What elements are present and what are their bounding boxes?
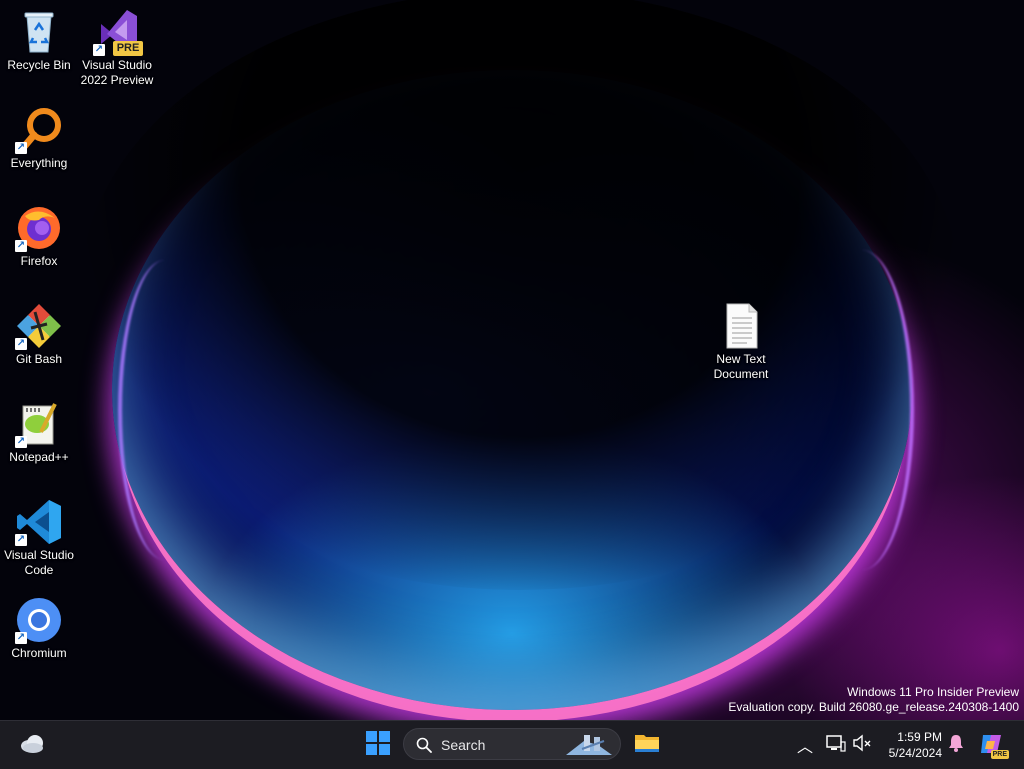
- desktop-icon-label: Visual Studio Code: [4, 548, 74, 577]
- chevron-up-icon: ︿: [796, 737, 813, 756]
- watermark-build: Evaluation copy. Build 26080.ge_release.…: [728, 700, 1019, 714]
- speaker-muted-icon: [852, 734, 872, 756]
- git-bash-icon: ↗: [15, 302, 63, 350]
- show-hidden-icons-button[interactable]: ︿: [788, 727, 822, 763]
- desktop-icon-label: Chromium: [11, 646, 67, 660]
- vscode-icon: ↗: [15, 498, 63, 546]
- desktop-icon-label: Visual Studio 2022 Preview: [80, 58, 154, 87]
- shortcut-arrow-icon: ↗: [93, 44, 105, 56]
- desktop-icon-recycle-bin[interactable]: Recycle Bin: [1, 8, 77, 73]
- everything-search-icon: ↗: [15, 106, 63, 154]
- notepad-plus-plus-icon: ↗: [15, 400, 63, 448]
- search-icon: [416, 737, 432, 757]
- start-button[interactable]: [360, 727, 396, 763]
- chromium-icon: ↗: [15, 596, 63, 644]
- weather-cloud-icon: [19, 732, 45, 758]
- shortcut-arrow-icon: ↗: [15, 436, 27, 448]
- visual-studio-preview-icon: PRE ↗: [93, 8, 143, 56]
- shortcut-arrow-icon: ↗: [15, 534, 27, 546]
- shortcut-arrow-icon: ↗: [15, 338, 27, 350]
- notifications-button[interactable]: [944, 727, 968, 763]
- shortcut-arrow-icon: ↗: [15, 142, 27, 154]
- desktop-icon-label: New Text Document: [713, 352, 769, 381]
- copilot-pre-badge: PRE: [990, 750, 1009, 759]
- network-icon: [826, 734, 846, 756]
- desktop-icon-label: Everything: [10, 156, 68, 170]
- volume-button[interactable]: [850, 727, 874, 763]
- search-highlight-image-icon: [564, 731, 614, 761]
- desktop-wallpaper: [0, 0, 1024, 720]
- bell-icon: [948, 734, 964, 756]
- wallpaper-rim-left: [118, 260, 212, 560]
- copilot-button[interactable]: PRE: [974, 727, 1010, 763]
- widgets-button[interactable]: [14, 727, 50, 763]
- taskbar-search-box[interactable]: Search: [403, 728, 621, 760]
- desktop-icon-label: Firefox: [20, 254, 58, 268]
- text-document-icon: [717, 302, 765, 350]
- folder-icon: [634, 732, 660, 758]
- desktop-icon-everything[interactable]: ↗ Everything: [1, 106, 77, 171]
- desktop-icon-firefox[interactable]: ↗ Firefox: [1, 204, 77, 269]
- wallpaper-rim-right: [810, 250, 914, 570]
- pre-badge: PRE: [113, 41, 143, 56]
- desktop-icon-visual-studio-preview[interactable]: PRE ↗ Visual Studio 2022 Preview: [79, 8, 155, 88]
- shortcut-arrow-icon: ↗: [15, 240, 27, 252]
- windows-logo-icon: [366, 731, 390, 759]
- watermark-edition: Windows 11 Pro Insider Preview: [847, 685, 1019, 699]
- network-status-button[interactable]: [824, 727, 848, 763]
- evaluation-watermark: Windows 11 Pro Insider Preview Evaluatio…: [728, 685, 1019, 715]
- desktop-icon-label: Notepad++: [9, 450, 69, 464]
- search-placeholder: Search: [441, 737, 486, 753]
- desktop-icon-notepad-plus-plus[interactable]: ↗ Notepad++: [1, 400, 77, 465]
- desktop-icon-new-text-document[interactable]: New Text Document: [703, 302, 779, 382]
- file-explorer-button[interactable]: [629, 727, 665, 763]
- copilot-icon: PRE: [979, 733, 1009, 759]
- clock-button[interactable]: 1:59 PM 5/24/2024: [876, 729, 942, 761]
- desktop-icon-chromium[interactable]: ↗ Chromium: [1, 596, 77, 661]
- recycle-bin-icon: [15, 8, 63, 56]
- firefox-icon: ↗: [15, 204, 63, 252]
- desktop-icon-git-bash[interactable]: ↗ Git Bash: [1, 302, 77, 367]
- desktop-icon-label: Git Bash: [15, 352, 63, 366]
- desktop-icon-vscode[interactable]: ↗ Visual Studio Code: [1, 498, 77, 578]
- shortcut-arrow-icon: ↗: [15, 632, 27, 644]
- clock-time: 1:59 PM: [897, 730, 942, 744]
- desktop-icon-label: Recycle Bin: [7, 58, 71, 72]
- clock-date: 5/24/2024: [888, 746, 942, 760]
